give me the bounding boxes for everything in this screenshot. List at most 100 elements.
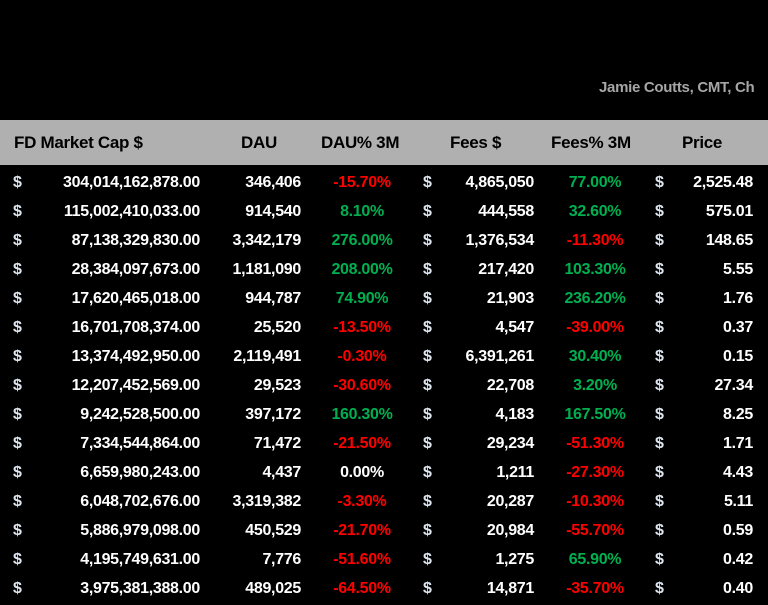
cell-dau-pct-3m: -3.30% [337,493,387,510]
header-fees: Fees $ [450,133,502,152]
cell-dau-pct-3m: 160.30% [331,406,393,423]
cell-fees-pct-3m: 65.90% [568,551,622,568]
price-currency: $ [655,348,664,365]
price-currency: $ [655,551,664,568]
cell-dau: 71,472 [253,435,301,452]
cell-dau: 397,172 [245,406,301,423]
mcap-currency: $ [13,406,22,423]
fees-currency: $ [423,348,432,365]
cell-fees: 29,234 [486,435,534,452]
table-row: $7,334,544,864.00 71,472 -21.50% $29,234 -51… [0,430,768,459]
cell-fees-pct-3m: -55.70% [566,522,624,539]
cell-fees-pct-3m: 30.40% [568,348,622,365]
header-fees-pct-3m: Fees% 3M [551,133,631,152]
mcap-currency: $ [13,522,22,539]
fees-currency: $ [423,377,432,394]
cell-fd-market-cap: 12,207,452,569.00 [71,377,201,394]
cell-dau-pct-3m: -21.50% [333,435,391,452]
table-row: $17,620,465,018.00 944,787 74.90% $21,903 23… [0,285,768,314]
cell-fd-market-cap: 16,701,708,374.00 [71,319,201,336]
cell-dau: 2,119,491 [233,348,301,365]
mcap-currency: $ [13,551,22,568]
table-header: FD Market Cap $ DAU DAU% 3M Fees $ Fees%… [0,120,768,165]
fees-currency: $ [423,203,432,220]
fees-currency: $ [423,551,432,568]
cell-fees: 4,547 [495,319,534,336]
cell-price: 0.37 [723,319,753,336]
cell-dau-pct-3m: 74.90% [335,290,389,307]
price-currency: $ [655,290,664,307]
table-row: $16,701,708,374.00 25,520 -13.50% $4,547 -39… [0,314,768,343]
cell-price: 0.40 [723,580,753,597]
cell-price: 4.43 [723,464,753,481]
mcap-currency: $ [13,348,22,365]
cell-fees-pct-3m: -11.30% [566,232,624,249]
cell-fd-market-cap: 28,384,097,673.00 [71,261,201,278]
cell-dau: 3,342,179 [232,232,302,249]
price-currency: $ [655,174,664,191]
fees-currency: $ [423,290,432,307]
cell-fees: 1,211 [496,464,534,481]
fees-currency: $ [423,174,432,191]
header-price: Price [682,133,723,152]
cell-price: 5.55 [723,261,753,278]
cell-fd-market-cap: 115,002,410,033.00 [63,203,200,220]
table-row: $304,014,162,878.00 346,406 -15.70% $4,865,… [0,169,768,198]
table-row: $9,242,528,500.00 397,172 160.30% $4,183 167… [0,401,768,430]
cell-fees: 444,558 [478,203,534,220]
fees-currency: $ [423,522,432,539]
cell-dau-pct-3m: -21.70% [333,522,391,539]
mcap-currency: $ [13,464,22,481]
cell-fees-pct-3m: -27.30% [566,464,624,481]
cell-fees-pct-3m: 236.20% [564,290,626,307]
cell-dau: 914,540 [245,203,301,220]
price-currency: $ [655,203,664,220]
table-row: $4,195,749,631.00 7,776 -51.60% $1,275 65.90… [0,546,768,575]
fees-currency: $ [423,464,432,481]
cell-fees: 1,275 [495,551,534,568]
table-row: $5,886,979,098.00 450,529 -21.70% $20,984 -5… [0,517,768,546]
cell-dau: 489,025 [245,580,301,597]
cell-dau-pct-3m: 8.10% [340,203,384,220]
cell-dau-pct-3m: 0.00% [340,464,384,481]
table-row: $3,975,381,388.00 489,025 -64.50% $14,871 -3… [0,575,768,604]
cell-dau: 346,406 [245,174,301,191]
cell-fees-pct-3m: 167.50% [564,406,626,423]
cell-dau: 4,437 [262,464,301,481]
cell-dau: 450,529 [245,522,301,539]
cell-dau-pct-3m: -30.60% [333,377,391,394]
cell-fd-market-cap: 304,014,162,878.00 [63,174,200,191]
cell-fees-pct-3m: -10.30% [566,493,624,510]
author-credit: Jamie Coutts, CMT, Ch [599,79,755,96]
cell-price: 0.15 [723,348,753,365]
mcap-currency: $ [13,203,22,220]
cell-fees-pct-3m: 77.00% [568,174,622,191]
cell-fees: 22,708 [486,377,534,394]
mcap-currency: $ [13,290,22,307]
cell-dau: 1,181,090 [232,261,302,278]
cell-fd-market-cap: 5,886,979,098.00 [80,522,200,539]
cell-fees: 14,871 [486,580,534,597]
cell-dau-pct-3m: -51.60% [333,551,391,568]
cell-fees: 217,420 [478,261,534,278]
fees-currency: $ [423,232,432,249]
price-currency: $ [655,522,664,539]
price-currency: $ [655,493,664,510]
cell-fees: 20,984 [486,522,534,539]
mcap-currency: $ [13,174,22,191]
cell-dau: 944,787 [245,290,301,307]
fees-currency: $ [423,319,432,336]
price-currency: $ [655,580,664,597]
cell-dau: 29,523 [253,377,301,394]
cell-fd-market-cap: 13,374,492,950.00 [71,348,201,365]
cell-dau: 25,520 [253,319,301,336]
mcap-currency: $ [13,377,22,394]
fees-currency: $ [423,435,432,452]
table-row: $13,374,492,950.00 2,119,491 -0.30% $6,391,… [0,343,768,372]
price-currency: $ [655,232,664,249]
cell-fees: 21,903 [486,290,534,307]
cell-dau-pct-3m: -64.50% [333,580,391,597]
mcap-currency: $ [13,493,22,510]
header-dau-pct-3m: DAU% 3M [321,133,400,152]
cell-fd-market-cap: 9,242,528,500.00 [80,406,200,423]
